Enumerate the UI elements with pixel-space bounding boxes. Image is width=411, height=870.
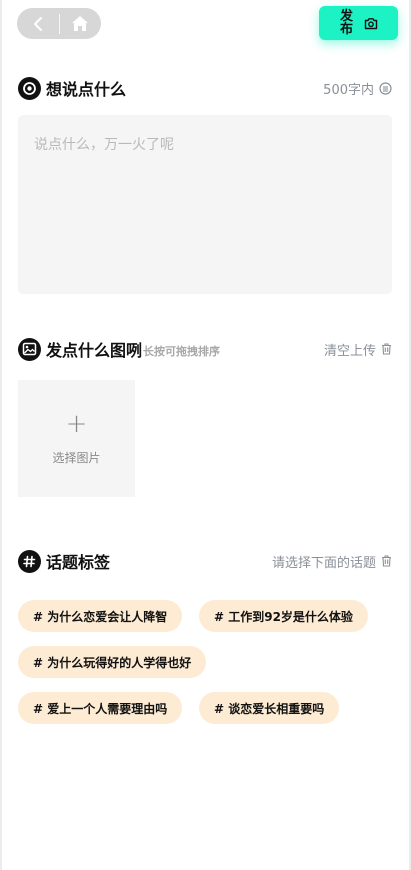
publish-button[interactable]: 发布 [319,6,398,40]
select-image-button[interactable]: + 选择图片 [18,380,135,497]
plus-icon: + [65,409,88,439]
select-image-label: 选择图片 [52,451,101,465]
publish-label: 发布 [339,9,353,37]
topics-section-header: 话题标签 请选择下面的话题 [18,549,392,573]
clear-uploads-label: 清空上传 [323,343,376,359]
post-text-input[interactable]: 说点什么，万一火了呢 [18,115,392,294]
post-section-title: 想说点什么 [46,80,127,99]
home-button[interactable] [59,8,101,39]
char-limit: 500字内 [323,79,392,98]
char-limit-text: 500字内 [323,82,374,98]
chevron-left-icon [33,16,42,31]
nav-capsule [17,8,101,39]
image-icon [18,337,41,361]
trash-icon [382,343,391,355]
topic-tag[interactable]: # 爱上一个人需要理由吗 [18,692,183,724]
topics-hint: 请选择下面的话题 [271,555,376,571]
trash-icon [382,555,391,567]
topic-tag[interactable]: # 为什么恋爱会让人降智 [18,600,183,632]
clear-topics-button[interactable]: 请选择下面的话题 [272,552,392,571]
topics-section-title: 话题标签 [46,553,111,572]
topic-tag[interactable]: # 谈恋爱长相重要吗 [199,692,340,724]
images-section-title: 发点什么图咧 [46,341,143,360]
home-icon [72,16,89,31]
camera-icon [364,17,377,29]
images-section-header: 发点什么图咧 长按可拖拽排序 清空上传 [18,337,392,361]
capsule-divider [58,13,60,34]
clear-uploads-button[interactable]: 清空上传 [324,340,392,359]
topic-tag[interactable]: # 为什么玩得好的人学得也好 [18,646,207,678]
post-section-header: 想说点什么 500字内 [18,76,392,100]
hashtag-icon [18,549,41,573]
back-button[interactable] [17,8,59,39]
chat-icon [18,76,41,100]
emoji-icon[interactable] [379,81,392,95]
post-placeholder: 说点什么，万一火了呢 [34,137,174,153]
topic-tag[interactable]: # 工作到92岁是什么体验 [199,600,368,632]
images-sort-hint: 长按可拖拽排序 [143,345,221,358]
